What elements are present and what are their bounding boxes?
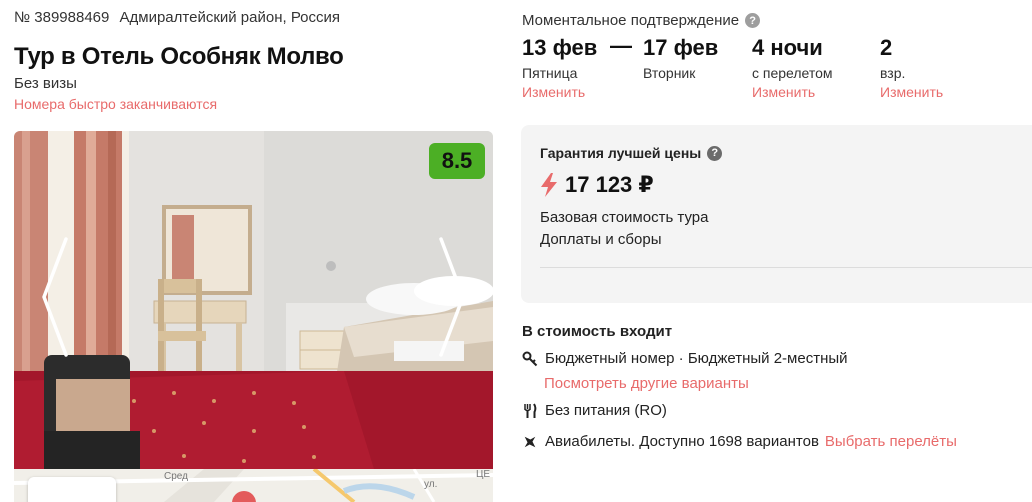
nights: 4 ночи с перелетом Изменить [752, 35, 833, 100]
map-label: ЦЕ [476, 469, 491, 480]
tour-id: № 389988469 [14, 9, 110, 26]
price-row: 17 123 ₽ [540, 172, 654, 198]
change-adults-link[interactable]: Изменить [880, 84, 943, 100]
included-flights: Авиабилеты. Доступно 1698 вариантов Выбр… [522, 433, 957, 450]
map-controls[interactable] [28, 477, 116, 502]
key-icon [522, 351, 538, 367]
nights-value: 4 ночи [752, 35, 823, 60]
date-from-value: 13 фев [522, 35, 598, 60]
meal-type: Без питания (RO) [545, 402, 667, 419]
tour-region: Адмиралтейский район, Россия [119, 9, 341, 26]
map-label: Сред [164, 471, 188, 482]
price-guarantee-label: Гарантия лучшей цены [540, 145, 702, 161]
page-title: Тур в Отель Особняк Молво [14, 43, 344, 70]
hotel-map[interactable]: Сред ул. ЦЕ [14, 469, 493, 502]
fees-label: Доплаты и сборы [540, 231, 662, 248]
adults-sub: взр. [880, 65, 906, 81]
included-title: В стоимость входит [522, 323, 673, 340]
price-guarantee: Гарантия лучшей цены ? [540, 145, 723, 161]
date-from: 13 фев Пятница Изменить [522, 35, 597, 100]
rating-badge: 8.5 [429, 143, 485, 179]
included-room: Бюджетный номер · Бюджетный 2-местный [522, 350, 848, 367]
tour-price: 17 123 ₽ [565, 172, 654, 197]
chevron-right-icon [439, 237, 465, 357]
adults-value: 2 [880, 35, 893, 60]
date-separator: — [610, 33, 632, 58]
tour-meta: № 389988469 Адмиралтейский район, Россия [14, 9, 340, 26]
divider [540, 267, 1032, 268]
chevron-left-icon [42, 237, 68, 357]
date-to-day: Вторник [643, 65, 696, 81]
gallery-next-button[interactable] [435, 235, 469, 359]
visa-info: Без визы [14, 75, 77, 92]
gallery-prev-button[interactable] [38, 235, 72, 359]
nights-sub: с перелетом [752, 65, 833, 81]
availability-warning: Номера быстро заканчиваются [14, 96, 218, 112]
question-icon[interactable]: ? [745, 13, 761, 28]
fork-knife-icon [522, 402, 538, 419]
base-cost-label: Базовая стоимость тура [540, 209, 709, 226]
room-type: Бюджетный номер · Бюджетный 2-местный [545, 350, 848, 367]
question-icon[interactable]: ? [707, 145, 723, 161]
bolt-icon [541, 173, 557, 197]
date-from-day: Пятница [522, 65, 578, 81]
flights-info: Авиабилеты. Доступно 1698 вариантов [545, 433, 819, 450]
adults: 2 взр. Изменить [880, 35, 943, 100]
instant-confirmation: Моментальное подтверждение ? [522, 12, 761, 29]
date-to-value: 17 фев [643, 35, 719, 60]
change-dates-link[interactable]: Изменить [522, 84, 597, 100]
date-to: 17 фев Вторник [643, 35, 718, 81]
plane-icon [522, 434, 538, 450]
map-label: ул. [424, 479, 438, 490]
other-room-options-link[interactable]: Посмотреть другие варианты [544, 375, 749, 392]
instant-confirmation-label: Моментальное подтверждение [522, 12, 740, 29]
price-card: Гарантия лучшей цены ? 17 123 ₽ Базовая … [521, 125, 1032, 303]
choose-flights-link[interactable]: Выбрать перелёты [825, 433, 957, 450]
hotel-photo-gallery[interactable]: 8.5 [14, 131, 493, 469]
hotel-room-photo [14, 131, 493, 469]
change-nights-link[interactable]: Изменить [752, 84, 833, 100]
included-meal: Без питания (RO) [522, 402, 667, 419]
